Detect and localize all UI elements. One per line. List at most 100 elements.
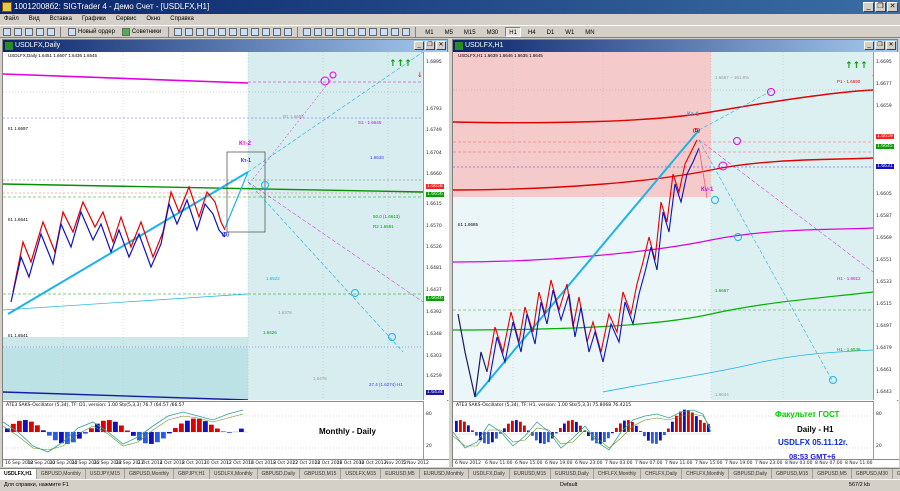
scale-tick: 1.6392 [426, 310, 442, 315]
chart-tab[interactable]: GBPUSD,M5 [813, 469, 851, 479]
timeframe-mn[interactable]: MN [581, 27, 598, 37]
oscillator-bar [89, 428, 94, 432]
label-fib-top: 1.6667 ~ 161.8% [715, 75, 749, 80]
price-chart-daily[interactable]: ↑↑↑ ↓ [3, 52, 423, 400]
templates-icon[interactable] [284, 28, 292, 36]
cursor-icon[interactable] [303, 28, 311, 36]
trendline-icon[interactable] [347, 28, 355, 36]
menu-view[interactable]: Вид [29, 14, 40, 25]
chart-tab[interactable]: USDLFX,Daily [469, 469, 510, 479]
menu-file[interactable]: Файл [4, 14, 19, 25]
zoom-out-icon[interactable] [218, 28, 226, 36]
label-kt2: Кт-2 [239, 141, 251, 147]
chart-tab[interactable]: GBPUSD,M15 [300, 469, 341, 479]
chart-maximize-button[interactable]: ❐ [425, 41, 435, 50]
price-chart-h1[interactable]: ↑↑↑ ↓ [453, 52, 873, 400]
new-order-button[interactable]: Новый ордер [66, 26, 117, 37]
chart-tab[interactable]: GBPUSD,Monthly [37, 469, 86, 479]
chart-tab[interactable]: CHFLFX,Monthly [682, 469, 729, 479]
chart-tab[interactable]: CHFLFX,Monthly [594, 469, 641, 479]
horizontal-line-icon[interactable] [336, 28, 344, 36]
zoom-in-icon[interactable] [207, 28, 215, 36]
oscillator-bar [535, 432, 538, 440]
text-icon[interactable] [380, 28, 388, 36]
chart-tab[interactable]: GBPUSD,M30 [852, 469, 893, 479]
menu-tools[interactable]: Сервис [116, 14, 137, 25]
close-button[interactable]: ✕ [887, 2, 898, 12]
chart-tab[interactable]: GBPJPY,H1 [174, 469, 210, 479]
chart-tab[interactable]: USDLFX,M15 [341, 469, 381, 479]
chart-minimize-button[interactable]: _ [864, 41, 874, 50]
chart-maximize-button[interactable]: ❐ [875, 41, 885, 50]
price-tag: 1.6646 [426, 296, 444, 301]
menu-insert[interactable]: Вставка [50, 14, 72, 25]
timeframe-w1[interactable]: W1 [561, 27, 578, 37]
label-icon[interactable] [391, 28, 399, 36]
menu-help[interactable]: Справка [170, 14, 194, 25]
vertical-line-icon[interactable] [325, 28, 333, 36]
chart-window-daily[interactable]: USDLFX,Daily _ ❐ ✕ [2, 39, 448, 467]
bar-chart-icon[interactable] [174, 28, 182, 36]
profiles-icon[interactable] [14, 28, 22, 36]
line-chart-icon[interactable] [196, 28, 204, 36]
chart-tab[interactable]: USDJPY,M15 [86, 469, 125, 479]
scale-tick: 1.6570 [426, 224, 442, 229]
timeframe-m1[interactable]: M1 [421, 27, 437, 37]
oscillator-bar [547, 432, 550, 442]
status-traffic: 567/2 kb [849, 480, 870, 491]
chart-window-title[interactable]: USDLFX,Daily _ ❐ ✕ [3, 40, 447, 52]
menu-window[interactable]: Окно [146, 14, 160, 25]
terminal-icon[interactable] [47, 28, 55, 36]
minimize-button[interactable]: _ [863, 2, 874, 12]
chart-window-title[interactable]: USDLFX,H1 _ ❐ ✕ [453, 40, 897, 52]
experts-button[interactable]: Советники [120, 26, 163, 37]
timeframe-h4[interactable]: H4 [524, 27, 540, 37]
chart-shift-icon[interactable] [251, 28, 259, 36]
chart-tab[interactable]: GBPUSD,M5 [893, 469, 900, 479]
chart-close-button[interactable]: ✕ [886, 41, 896, 50]
tile-windows-icon[interactable] [229, 28, 237, 36]
chart-tab[interactable]: USDLFX,H1 [0, 469, 37, 479]
market-watch-icon[interactable] [25, 28, 33, 36]
fibonacci-icon[interactable] [369, 28, 377, 36]
chart-tab[interactable]: GBPUSD,M15 [772, 469, 813, 479]
chart-tab[interactable]: USDLFX,Monthly [210, 469, 258, 479]
indicators-icon[interactable] [262, 28, 270, 36]
price-scale-daily[interactable]: 1.6895 1.6793 1.6749 1.6704 1.6660 1.665… [423, 52, 449, 400]
chart-minimize-button[interactable]: _ [414, 41, 424, 50]
maximize-button[interactable]: ❐ [875, 2, 886, 12]
scale-tick: 1.6704 [426, 151, 442, 156]
scale-tick: 1.6533 [876, 280, 892, 285]
navigator-icon[interactable] [36, 28, 44, 36]
chart-tab[interactable]: EURUSD,M5 [381, 469, 419, 479]
timeframe-h1[interactable]: H1 [505, 27, 521, 37]
timeframe-m15[interactable]: M15 [460, 27, 480, 37]
chart-window-h1[interactable]: USDLFX,H1 _ ❐ ✕ [452, 39, 898, 467]
chart-tab[interactable]: GBPUSD,Monthly [125, 469, 174, 479]
periods-icon[interactable] [273, 28, 281, 36]
osc-level: 80 [876, 412, 882, 417]
crosshair-icon[interactable] [314, 28, 322, 36]
oscillator-bar [699, 420, 702, 432]
oscillator-bar [623, 421, 626, 432]
chart-tab[interactable]: EURUSD,Monthly [420, 469, 469, 479]
label-lvl-5: 1.6378 [278, 310, 292, 315]
oscillator-daily[interactable]: ATE3 SAKS-Oscillator (5,34), TF: D1, ver… [3, 401, 423, 459]
timeframe-m30[interactable]: M30 [483, 27, 503, 37]
chart-tab[interactable]: GBPUSD,Daily [729, 469, 772, 479]
price-scale-h1[interactable]: 1.6695 1.6677 1.6659 1.6659 1.6645 1.663… [873, 52, 899, 400]
timeframe-d1[interactable]: D1 [543, 27, 559, 37]
new-chart-icon[interactable] [3, 28, 11, 36]
timeframe-m5[interactable]: M5 [441, 27, 457, 37]
menu-charts[interactable]: Графики [82, 14, 106, 25]
oscillator-bar [659, 432, 662, 440]
channel-icon[interactable] [358, 28, 366, 36]
chart-tab[interactable]: EURUSD,Daily [551, 469, 594, 479]
chart-tab[interactable]: CHFLFX,Daily [641, 469, 682, 479]
autoscroll-icon[interactable] [240, 28, 248, 36]
candle-chart-icon[interactable] [185, 28, 193, 36]
arrows-icon[interactable] [402, 28, 410, 36]
chart-close-button[interactable]: ✕ [436, 41, 446, 50]
chart-tab[interactable]: EURUSD,M15 [510, 469, 551, 479]
chart-tab[interactable]: GBPUSD,Daily [258, 469, 301, 479]
